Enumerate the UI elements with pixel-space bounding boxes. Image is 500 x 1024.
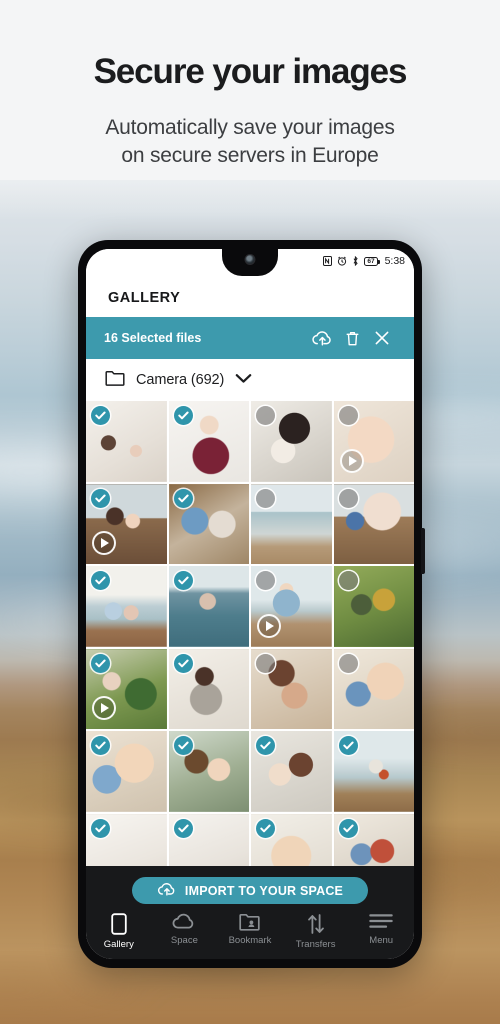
selected-checkmark-icon[interactable] (91, 736, 110, 755)
photo-grid-cell[interactable] (168, 401, 249, 482)
photo-grid-cell[interactable] (251, 731, 332, 812)
photo-grid-cell[interactable] (168, 566, 249, 647)
unselected-circle-icon[interactable] (256, 406, 275, 425)
battery-level: 67 (367, 257, 375, 265)
selected-count-label: 16 Selected files (104, 331, 202, 345)
photo-grid-cell[interactable] (333, 731, 414, 812)
selected-checkmark-icon[interactable] (173, 736, 193, 755)
selected-checkmark-icon[interactable] (173, 406, 193, 425)
selected-checkmark-icon[interactable] (173, 488, 193, 508)
phone-side-button[interactable] (421, 528, 425, 574)
trash-icon[interactable] (337, 330, 367, 347)
folder-icon (105, 370, 125, 391)
play-icon[interactable] (339, 448, 364, 473)
unselected-circle-icon[interactable] (338, 653, 358, 673)
selection-action-bar: 16 Selected files (86, 317, 414, 359)
nav-item-label: Gallery (103, 939, 134, 950)
selected-checkmark-icon[interactable] (91, 653, 110, 673)
photo-grid-cell[interactable] (333, 483, 414, 564)
selected-checkmark-icon[interactable] (91, 571, 110, 590)
alarm-icon (337, 256, 347, 266)
photo-grid-cell[interactable] (86, 566, 167, 647)
selected-checkmark-icon[interactable] (91, 488, 110, 508)
chevron-down-icon[interactable] (235, 371, 252, 389)
status-bar: 67 5:38 (86, 249, 414, 278)
photo-grid (86, 401, 414, 894)
transfers-icon (306, 913, 326, 935)
selected-checkmark-icon[interactable] (256, 818, 275, 838)
selected-checkmark-icon[interactable] (256, 736, 275, 755)
nav-item-label: Transfers (295, 939, 336, 950)
cloud-upload-icon (157, 882, 177, 900)
photo-grid-cell[interactable] (168, 483, 249, 564)
bluetooth-icon (352, 256, 359, 266)
phone-screen: 67 5:38 GALLERY 16 Selected files Camera… (86, 249, 414, 959)
photo-grid-cell[interactable] (86, 401, 167, 482)
promo-text-block: Secure your images Automatically save yo… (0, 0, 500, 170)
nav-item-label: Menu (369, 935, 394, 946)
bookmark-icon (239, 913, 261, 931)
close-icon[interactable] (367, 330, 397, 346)
nav-item-bookmark[interactable]: Bookmark (217, 913, 283, 950)
selected-checkmark-icon[interactable] (338, 736, 358, 755)
nav-item-label: Bookmark (228, 935, 272, 946)
import-button-label: IMPORT TO YOUR SPACE (184, 883, 344, 898)
page-subtitle-line-1: Automatically save your images (105, 116, 395, 139)
photo-grid-cell[interactable] (86, 648, 167, 729)
front-camera-icon (244, 254, 256, 265)
play-icon[interactable] (92, 531, 116, 555)
play-icon[interactable] (257, 613, 281, 638)
unselected-circle-icon[interactable] (256, 488, 275, 508)
photo-grid-cell[interactable] (251, 648, 332, 729)
selected-checkmark-icon[interactable] (173, 818, 193, 838)
status-time: 5:38 (384, 255, 405, 267)
import-to-space-button[interactable]: IMPORT TO YOUR SPACE (132, 877, 368, 904)
photo-grid-cell[interactable] (251, 401, 332, 482)
photo-grid-cell[interactable] (333, 566, 414, 647)
nav-item-menu[interactable]: Menu (348, 913, 414, 950)
photo-grid-cell[interactable] (168, 731, 249, 812)
app-title: GALLERY (108, 289, 181, 306)
selected-checkmark-icon[interactable] (91, 406, 110, 425)
photo-grid-cell[interactable] (251, 483, 332, 564)
phone-mockup: 67 5:38 GALLERY 16 Selected files Camera… (78, 240, 425, 968)
app-title-bar: GALLERY (86, 278, 414, 317)
page-subtitle: Automatically save your images on secure… (0, 114, 500, 170)
nfc-icon (323, 256, 333, 266)
battery-icon: 67 (364, 256, 380, 266)
photo-grid-cell[interactable] (86, 483, 167, 564)
unselected-circle-icon[interactable] (256, 571, 275, 590)
selected-checkmark-icon[interactable] (173, 571, 193, 590)
unselected-circle-icon[interactable] (256, 653, 275, 673)
menu-icon (369, 913, 393, 931)
play-icon[interactable] (92, 696, 116, 720)
phone-icon (111, 913, 127, 935)
unselected-circle-icon[interactable] (338, 406, 358, 425)
nav-item-gallery[interactable]: Gallery (86, 913, 152, 950)
folder-name-label: Camera (692) (136, 372, 225, 388)
page-title: Secure your images (93, 52, 408, 91)
selected-checkmark-icon[interactable] (91, 818, 110, 838)
nav-item-label: Space (170, 935, 198, 946)
unselected-circle-icon[interactable] (338, 571, 358, 590)
bottom-navigation: Gallery Space Bookmark Transfers Menu (86, 913, 414, 950)
photo-grid-cell[interactable] (251, 566, 332, 647)
nav-item-space[interactable]: Space (152, 913, 218, 950)
photo-grid-cell[interactable] (86, 731, 167, 812)
cloud-upload-icon[interactable] (307, 330, 337, 347)
unselected-circle-icon[interactable] (338, 488, 358, 508)
selected-checkmark-icon[interactable] (338, 818, 358, 838)
phone-notch (222, 249, 278, 276)
page-subtitle-line-2: on secure servers in Europe (121, 144, 379, 167)
status-bar-icons: 67 5:38 (323, 255, 405, 267)
photo-grid-cell[interactable] (333, 401, 414, 482)
photo-grid-cell[interactable] (168, 648, 249, 729)
folder-selector[interactable]: Camera (692) (86, 359, 414, 401)
bottom-dock: IMPORT TO YOUR SPACE Gallery Space Bookmar… (86, 866, 414, 959)
nav-item-transfers[interactable]: Transfers (283, 913, 349, 950)
selected-checkmark-icon[interactable] (173, 653, 193, 673)
cloud-icon (172, 913, 196, 931)
photo-grid-cell[interactable] (333, 648, 414, 729)
